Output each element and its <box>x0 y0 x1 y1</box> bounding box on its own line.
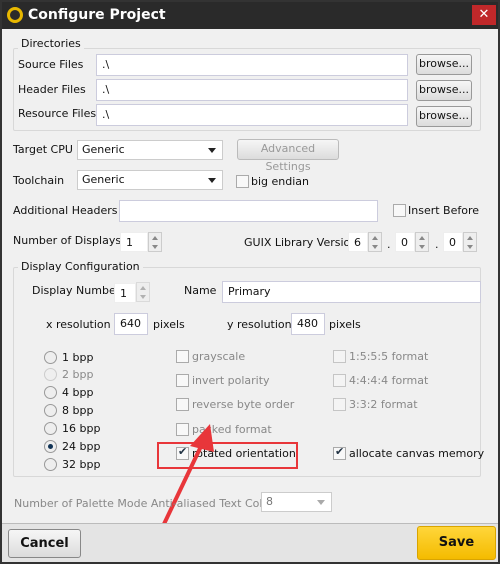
save-button[interactable]: Save <box>417 526 496 560</box>
bpp-label: 2 bpp <box>62 368 94 381</box>
display-number-input[interactable]: 1 <box>114 283 136 303</box>
x-resolution-label: x resolution <box>46 318 111 331</box>
bpp-label: 4 bpp <box>62 386 94 399</box>
bpp-radio[interactable] <box>44 386 57 399</box>
display-number-label: Display Number <box>32 284 121 297</box>
option-label: grayscale <box>192 350 246 363</box>
bpp-label: 24 bpp <box>62 440 101 453</box>
browse-header-button[interactable]: browse... <box>416 80 472 101</box>
resource-files-label: Resource Files <box>18 107 97 120</box>
option-checkbox[interactable] <box>176 398 189 411</box>
format-checkbox[interactable] <box>333 398 346 411</box>
insert-before-checkbox[interactable] <box>393 204 406 217</box>
toolchain-select[interactable]: Generic <box>77 170 223 190</box>
source-files-label: Source Files <box>18 58 84 71</box>
guix-version-label: GUIX Library Version <box>244 236 358 249</box>
option-checkbox[interactable] <box>176 350 189 363</box>
format-label: 4:4:4:4 format <box>349 374 429 387</box>
option-label: reverse byte order <box>192 398 295 411</box>
big-endian-checkbox[interactable] <box>236 175 249 188</box>
red-arrow-annotation <box>162 424 214 525</box>
toolchain-label: Toolchain <box>13 174 65 187</box>
bpp-radio[interactable] <box>44 351 57 364</box>
chevron-down-icon <box>208 178 216 187</box>
header-files-input[interactable]: .\ <box>96 79 408 101</box>
additional-headers-input[interactable] <box>119 200 378 222</box>
target-cpu-value: Generic <box>82 143 125 156</box>
source-files-input[interactable]: .\ <box>96 54 408 76</box>
x-resolution-input[interactable]: 640 <box>114 313 148 335</box>
format-label: 3:3:2 format <box>349 398 418 411</box>
additional-headers-label: Additional Headers <box>13 204 118 217</box>
cancel-button[interactable]: Cancel <box>8 529 81 558</box>
bpp-radio[interactable] <box>44 422 57 435</box>
y-resolution-label: y resolution <box>227 318 292 331</box>
bpp-radio[interactable] <box>44 440 57 453</box>
bpp-label: 8 bpp <box>62 404 94 417</box>
display-name-input[interactable]: Primary <box>222 281 481 303</box>
bpp-label: 16 bpp <box>62 422 101 435</box>
title-bar: Configure Project <box>2 2 498 29</box>
guix-minor-spinner[interactable] <box>415 232 429 252</box>
version-separator: . <box>435 238 439 251</box>
toolchain-value: Generic <box>82 173 125 186</box>
guix-major-spinner[interactable] <box>368 232 382 252</box>
guix-major-input[interactable]: 6 <box>348 232 368 252</box>
advanced-settings-button[interactable]: Advanced Settings <box>237 139 339 173</box>
number-of-displays-spinner[interactable] <box>148 232 162 252</box>
bpp-label: 32 bpp <box>62 458 101 471</box>
insert-before-label: Insert Before <box>408 204 480 217</box>
palette-colors-select[interactable]: 8 <box>261 492 332 512</box>
number-of-displays-label: Number of Displays <box>13 234 122 247</box>
bpp-radio[interactable] <box>44 404 57 417</box>
configure-project-dialog: Configure Project ✕ Directories Source F… <box>0 0 500 564</box>
gear-icon <box>7 7 23 23</box>
palette-colors-label: Number of Palette Mode Anti-aliased Text… <box>14 497 284 510</box>
palette-colors-value: 8 <box>266 495 273 508</box>
format-checkbox[interactable] <box>333 350 346 363</box>
close-button[interactable]: ✕ <box>472 5 496 25</box>
directories-label: Directories <box>18 37 84 50</box>
guix-patch-spinner[interactable] <box>463 232 477 252</box>
y-resolution-input[interactable]: 480 <box>291 313 325 335</box>
number-of-displays-input[interactable]: 1 <box>120 232 148 252</box>
option-checkbox[interactable] <box>176 374 189 387</box>
y-pixels-label: pixels <box>329 318 361 331</box>
bpp-radio[interactable] <box>44 458 57 471</box>
allocate-canvas-label: allocate canvas memory <box>349 447 485 460</box>
guix-minor-input[interactable]: 0 <box>395 232 415 252</box>
chevron-down-icon <box>317 500 325 509</box>
version-separator: . <box>387 238 391 251</box>
window-title: Configure Project <box>28 7 166 23</box>
browse-resource-button[interactable]: browse... <box>416 106 472 127</box>
target-cpu-select[interactable]: Generic <box>77 140 223 160</box>
display-number-spinner[interactable] <box>136 282 150 302</box>
resource-files-input[interactable]: .\ <box>96 104 408 126</box>
display-configuration-label: Display Configuration <box>18 260 143 273</box>
option-label: invert polarity <box>192 374 270 387</box>
allocate-canvas-checkbox[interactable] <box>333 445 346 460</box>
bpp-label: 1 bpp <box>62 351 94 364</box>
target-cpu-label: Target CPU <box>13 143 73 156</box>
guix-patch-input[interactable]: 0 <box>443 232 463 252</box>
format-label: 1:5:5:5 format <box>349 350 429 363</box>
bpp-radio[interactable] <box>44 368 57 381</box>
name-label: Name <box>184 284 217 297</box>
big-endian-label: big endian <box>251 175 310 188</box>
chevron-down-icon <box>208 148 216 157</box>
x-pixels-label: pixels <box>153 318 185 331</box>
header-files-label: Header Files <box>18 83 86 96</box>
browse-source-button[interactable]: browse... <box>416 54 472 75</box>
format-checkbox[interactable] <box>333 374 346 387</box>
